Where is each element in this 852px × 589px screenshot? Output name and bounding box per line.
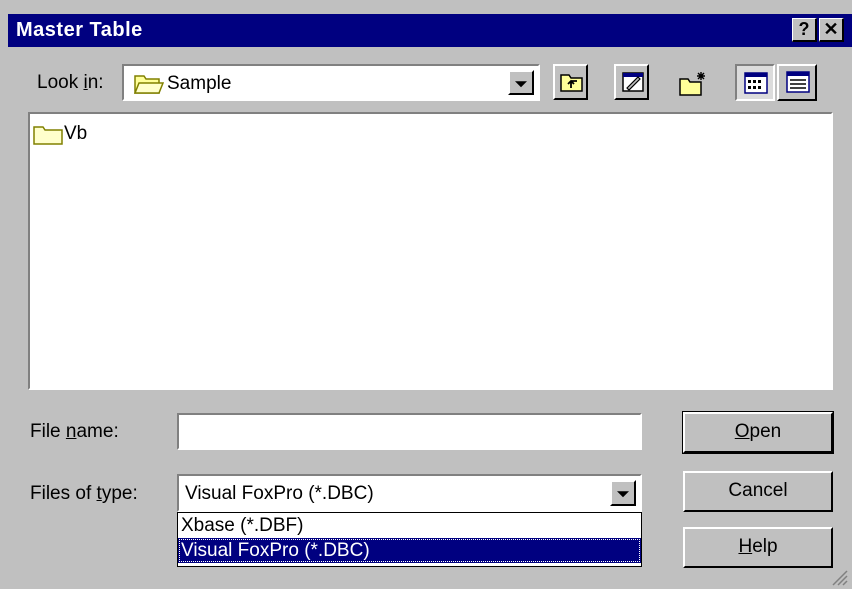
file-name-label: File name:	[30, 421, 119, 442]
help-button[interactable]: Help	[683, 527, 833, 568]
chevron-down-icon	[515, 80, 527, 87]
new-folder-icon	[679, 70, 709, 96]
files-of-type-value: Visual FoxPro (*.DBC)	[185, 483, 374, 504]
master-table-dialog: Master Table ? ✕ Look in: Sample Vb File…	[0, 0, 852, 589]
file-list[interactable]: Vb	[28, 112, 833, 390]
file-name-field[interactable]	[177, 413, 642, 450]
look-in-dropdown-button[interactable]	[508, 70, 534, 95]
details-view-icon	[786, 71, 810, 93]
files-of-type-combo[interactable]: Visual FoxPro (*.DBC)	[177, 474, 642, 512]
window-title: Master Table	[16, 19, 143, 41]
list-view-icon	[744, 72, 768, 94]
look-in-value: Sample	[167, 73, 232, 94]
look-in-combo[interactable]: Sample	[122, 64, 540, 101]
dropdown-option-xbase[interactable]: Xbase (*.DBF)	[178, 513, 641, 538]
close-title-button[interactable]: ✕	[819, 18, 844, 42]
dropdown-option-visual-foxpro[interactable]: Visual FoxPro (*.DBC)	[178, 538, 641, 563]
open-button[interactable]: Open	[682, 411, 834, 454]
help-title-button[interactable]: ?	[792, 18, 817, 42]
folder-icon	[134, 72, 164, 94]
chevron-down-icon	[617, 491, 629, 498]
new-folder-button[interactable]	[673, 64, 711, 100]
files-of-type-dropdown-button[interactable]	[610, 480, 636, 506]
details-view-button[interactable]	[777, 64, 817, 101]
file-name-text: Vb	[64, 123, 88, 144]
favorites-button[interactable]	[614, 64, 649, 100]
favorites-icon	[621, 71, 645, 93]
folder-icon	[33, 123, 63, 145]
resize-grip-icon[interactable]	[828, 566, 848, 586]
files-of-type-label: Files of type:	[30, 483, 138, 504]
title-bar[interactable]: Master Table ? ✕	[8, 14, 852, 47]
up-one-level-icon	[560, 71, 584, 93]
look-in-label: Look in:	[37, 72, 104, 93]
files-of-type-dropdown-list[interactable]: Xbase (*.DBF) Visual FoxPro (*.DBC)	[177, 512, 642, 567]
cancel-button[interactable]: Cancel	[683, 471, 833, 512]
list-view-button[interactable]	[735, 64, 775, 101]
up-one-level-button[interactable]	[553, 64, 588, 100]
